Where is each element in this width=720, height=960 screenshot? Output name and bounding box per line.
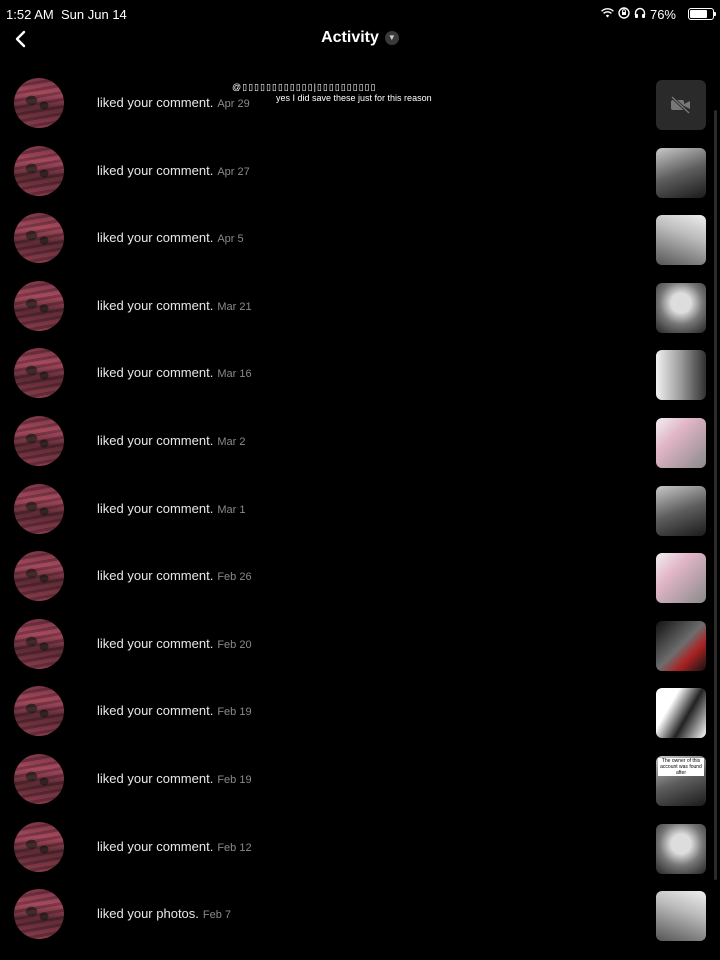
header: Activity ▼: [0, 24, 720, 56]
activity-text: liked your comment. Mar 21: [97, 298, 252, 313]
activity-text: liked your comment. Feb 20: [97, 636, 252, 651]
post-thumbnail[interactable]: [656, 350, 706, 401]
activity-action: liked your comment.: [97, 365, 214, 381]
overlay-caption: @▯▯▯▯▯▯▯▯▯▯▯▯|▯▯▯▯▯▯▯▯▯▯ yes I did save …: [232, 82, 492, 104]
activity-date: Feb 19: [217, 706, 252, 719]
activity-text: liked your comment. Feb 12: [97, 839, 252, 854]
activity-row[interactable]: liked your comment. Apr 27: [0, 145, 720, 214]
activity-text: liked your photos. Feb 7: [97, 906, 231, 921]
post-thumbnail[interactable]: [656, 891, 706, 942]
activity-text: liked your comment. Feb 26: [97, 568, 252, 583]
activity-row[interactable]: liked your comment. Mar 21: [0, 280, 720, 349]
activity-text: liked your comment. Feb 19: [97, 703, 252, 718]
activity-action: liked your comment.: [97, 500, 214, 516]
activity-action: liked your comment.: [97, 771, 214, 786]
avatar[interactable]: [14, 821, 64, 872]
activity-row[interactable]: liked your photos. Feb 7: [0, 889, 720, 957]
activity-text: liked your comment. Apr 27: [97, 163, 250, 178]
activity-action: liked your comment.: [97, 635, 214, 651]
avatar[interactable]: [14, 483, 64, 534]
activity-date: Mar 1: [217, 503, 246, 516]
activity-action: liked your comment.: [97, 433, 214, 448]
overlay-line-1: @▯▯▯▯▯▯▯▯▯▯▯▯|▯▯▯▯▯▯▯▯▯▯: [232, 82, 377, 92]
activity-row[interactable]: liked your comment. Mar 16: [0, 348, 720, 416]
post-thumbnail[interactable]: [656, 553, 706, 604]
post-thumbnail[interactable]: [656, 282, 706, 333]
activity-text: liked your comment. Mar 16: [97, 365, 252, 380]
activity-row[interactable]: liked your comment. Mar 1: [0, 483, 720, 552]
video-off-icon: [670, 96, 691, 114]
activity-action: liked your comment.: [97, 838, 214, 854]
avatar[interactable]: [14, 78, 64, 128]
activity-date: Feb 7: [202, 909, 232, 922]
activity-date: Mar 2: [217, 436, 246, 448]
chevron-down-icon: ▼: [384, 31, 399, 45]
activity-action: liked your comment.: [97, 95, 214, 110]
activity-date: Mar 16: [217, 368, 252, 381]
post-thumbnail[interactable]: The owner of this account was found afte…: [656, 756, 706, 806]
activity-action: liked your comment.: [97, 230, 214, 246]
scroll-indicator[interactable]: [714, 110, 717, 880]
wifi-icon: [601, 8, 614, 21]
activity-date: Feb 19: [217, 774, 252, 786]
activity-action: liked your comment.: [97, 568, 214, 584]
activity-row[interactable]: liked your comment. Feb 20: [0, 618, 720, 687]
activity-text: liked your comment. Feb 19: [97, 771, 252, 786]
avatar[interactable]: [14, 280, 64, 331]
activity-text: liked your comment. Apr 29: [97, 95, 250, 110]
activity-action: liked your comment.: [97, 162, 214, 178]
post-thumbnail[interactable]: [656, 688, 706, 739]
post-thumbnail[interactable]: [656, 620, 706, 671]
video-thumbnail[interactable]: [656, 80, 706, 130]
battery-icon: [688, 8, 716, 20]
post-thumbnail[interactable]: [656, 147, 706, 198]
avatar[interactable]: [14, 889, 64, 940]
status-icons: 76%: [601, 7, 676, 22]
post-thumbnail[interactable]: [656, 215, 706, 266]
avatar[interactable]: [14, 686, 64, 737]
activity-row[interactable]: liked your comment. Feb 19 The owner of th…: [0, 754, 720, 822]
activity-action: liked your photos.: [97, 906, 199, 922]
activity-date: Feb 20: [217, 638, 252, 651]
headphones-icon: [634, 7, 646, 22]
battery-fill: [690, 10, 707, 18]
post-thumbnail[interactable]: [656, 823, 706, 874]
activity-row[interactable]: liked your comment. Feb 12: [0, 821, 720, 890]
activity-date: Feb 12: [217, 841, 252, 854]
avatar[interactable]: [14, 551, 64, 602]
page-title[interactable]: Activity ▼: [0, 29, 720, 47]
activity-action: liked your comment.: [97, 703, 214, 719]
post-thumbnail[interactable]: [656, 418, 706, 468]
avatar[interactable]: [14, 348, 64, 399]
page-title-text: Activity: [321, 29, 379, 46]
activity-text: liked your comment. Mar 2: [97, 433, 245, 448]
activity-text: liked your comment. Mar 1: [97, 501, 245, 516]
activity-date: Mar 21: [217, 300, 252, 313]
avatar[interactable]: [14, 754, 64, 804]
battery-percent: 76%: [649, 7, 676, 22]
thumbnail-caption: The owner of this account was found afte…: [658, 758, 704, 776]
avatar[interactable]: [14, 145, 64, 196]
activity-row[interactable]: liked your comment. Feb 26: [0, 551, 720, 619]
avatar[interactable]: [14, 213, 64, 264]
activity-row[interactable]: liked your comment. Feb 19: [0, 686, 720, 754]
activity-row[interactable]: liked your comment. Mar 2: [0, 416, 720, 484]
activity-row[interactable]: liked your comment. Apr 5: [0, 213, 720, 281]
overlay-line-2: yes I did save these just for this reaso…: [276, 93, 432, 103]
activity-text: liked your comment. Apr 5: [97, 230, 244, 245]
lock-rotation-icon: [618, 7, 630, 22]
status-time: 1:52 AM: [6, 7, 54, 22]
status-date: Sun Jun 14: [61, 7, 127, 22]
avatar[interactable]: [14, 618, 64, 669]
activity-date: Apr 27: [217, 165, 250, 178]
avatar[interactable]: [14, 416, 64, 466]
activity-date: Apr 5: [217, 233, 244, 246]
battery-cap: [714, 12, 716, 16]
activity-date: Feb 26: [217, 571, 252, 584]
activity-action: liked your comment.: [97, 297, 214, 313]
post-thumbnail[interactable]: [656, 485, 706, 536]
